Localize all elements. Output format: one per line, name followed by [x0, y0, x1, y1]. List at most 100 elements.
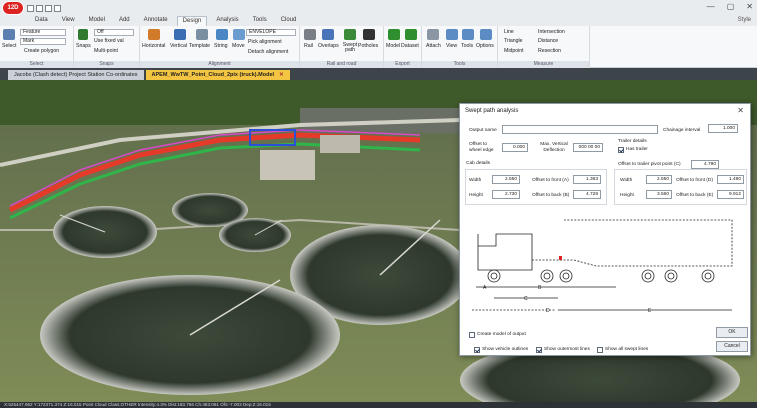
intersection-button[interactable]: Intersection: [538, 29, 565, 35]
template-icon[interactable]: [196, 29, 208, 40]
potholes-icon[interactable]: [363, 29, 375, 40]
ok-button[interactable]: OK: [716, 327, 748, 338]
triangle-button[interactable]: Triangle: [504, 38, 523, 44]
use-fixed-val-button[interactable]: Use fixed val: [94, 38, 124, 44]
midpoint-button[interactable]: Midpoint: [504, 48, 524, 54]
string-icon[interactable]: [216, 29, 228, 40]
offset-wheel-field[interactable]: 0.000: [502, 143, 528, 152]
tab-annotate[interactable]: Annotate: [139, 16, 173, 26]
string-button[interactable]: String: [214, 43, 228, 49]
tab-data[interactable]: Data: [30, 16, 53, 26]
select-icon[interactable]: [3, 29, 15, 40]
mark-combo[interactable]: Mark: [20, 38, 66, 45]
multi-point-button[interactable]: Multi-point: [94, 48, 118, 54]
offset-pivot-field[interactable]: 4.790: [691, 160, 719, 169]
rail-button[interactable]: Rail: [304, 43, 313, 49]
show-outermost-checkbox[interactable]: [536, 347, 542, 353]
minimize-button[interactable]: —: [707, 2, 715, 11]
feature-combo[interactable]: Feature: [20, 29, 66, 36]
pivot-marker: [559, 256, 562, 260]
tab-design[interactable]: Design: [176, 16, 208, 26]
overlaps-button[interactable]: Overlaps: [318, 43, 339, 49]
horizontal-button[interactable]: Horizontal: [142, 43, 165, 49]
tab-model[interactable]: Model: [84, 16, 110, 26]
save-icon[interactable]: [45, 4, 52, 12]
horizontal-icon[interactable]: [148, 29, 160, 40]
cab-back-field[interactable]: 4.728: [573, 190, 601, 199]
print-icon[interactable]: [54, 4, 61, 12]
dim-label-a: A: [483, 285, 487, 291]
open-folder-icon[interactable]: [36, 4, 43, 12]
view-icon[interactable]: [446, 29, 458, 40]
detach-alignment-button[interactable]: Detach alignment: [248, 49, 288, 55]
vertical-icon[interactable]: [174, 29, 186, 40]
new-file-icon[interactable]: [27, 4, 34, 12]
create-model-checkbox[interactable]: [469, 332, 475, 338]
envelope-combo[interactable]: ENVELOPE: [246, 29, 296, 36]
vertical-button[interactable]: Vertical: [170, 43, 187, 49]
tools-icon[interactable]: [462, 29, 474, 40]
move-button[interactable]: Move: [232, 43, 245, 49]
chainage-interval-field[interactable]: 1.000: [708, 124, 738, 133]
model-export-icon[interactable]: [388, 29, 400, 40]
tab-cloud[interactable]: Cloud: [276, 16, 302, 26]
line-button[interactable]: Line: [504, 29, 514, 35]
show-vehicle-checkbox[interactable]: [474, 347, 480, 353]
has-trailer-checkbox[interactable]: [618, 147, 624, 153]
options-button[interactable]: Options: [476, 43, 494, 49]
cab-front-field[interactable]: 1.363: [573, 175, 601, 184]
offset-pivot-label: Offset to trailer pivot point (C): [618, 162, 681, 167]
doc-tab-point-cloud-model[interactable]: APEM_WwTW_Point_Cloud_2pix (truck).Model…: [145, 70, 290, 80]
potholes-button[interactable]: Potholes: [358, 43, 378, 49]
snaps-button[interactable]: Snaps: [76, 43, 91, 49]
snap-mode-combo[interactable]: Off: [94, 29, 134, 36]
wheel: [487, 269, 501, 283]
view-button[interactable]: View: [446, 43, 457, 49]
template-button[interactable]: Template: [189, 43, 210, 49]
move-icon[interactable]: [233, 29, 245, 40]
model-button[interactable]: Model: [386, 43, 400, 49]
trailer-front-field[interactable]: 1.480: [717, 175, 744, 184]
swept-path-icon[interactable]: [344, 29, 356, 40]
dataset-export-icon[interactable]: [405, 29, 417, 40]
select-button[interactable]: Select: [2, 43, 16, 49]
snap-cross-icon[interactable]: [78, 29, 88, 40]
attach-icon[interactable]: [427, 29, 439, 40]
show-vehicle-label: Show vehicle outlines: [482, 347, 529, 352]
cancel-button[interactable]: Cancel: [716, 341, 748, 352]
doc-tab-project-station[interactable]: Jacobs (Clash detect) Project Station Co…: [8, 70, 144, 80]
pick-alignment-button[interactable]: Pick alignment: [248, 39, 282, 45]
cab-width-field[interactable]: 2.550: [492, 175, 520, 184]
tab-add[interactable]: Add: [114, 16, 135, 26]
cab-height-field[interactable]: 2.730: [492, 190, 520, 199]
attach-button[interactable]: Attach: [426, 43, 441, 49]
output-name-label: Output name: [469, 128, 497, 133]
swept-path-button[interactable]: Swept path: [342, 42, 358, 53]
tools-button[interactable]: Tools: [461, 43, 473, 49]
dialog-close-icon[interactable]: ✕: [737, 106, 744, 115]
create-polygon-button[interactable]: Create polygon: [24, 48, 59, 54]
dim-label-b: B: [538, 285, 542, 291]
app-logo[interactable]: 12D: [2, 1, 24, 15]
output-name-field[interactable]: [502, 125, 658, 134]
trailer-back-field[interactable]: 9.912: [717, 190, 744, 199]
overlaps-icon[interactable]: [322, 29, 334, 40]
max-vertical-field[interactable]: 000 00 00: [573, 143, 603, 152]
trailer-height-field[interactable]: 3.560: [646, 190, 672, 199]
tab-tools[interactable]: Tools: [248, 16, 272, 26]
dim-label-d: D: [546, 308, 550, 314]
tab-analysis[interactable]: Analysis: [211, 16, 243, 26]
close-tab-icon[interactable]: ✕: [279, 72, 284, 78]
distance-button[interactable]: Distance: [538, 38, 558, 44]
trailer-width-field[interactable]: 2.550: [646, 175, 672, 184]
show-all-swept-checkbox[interactable]: [597, 347, 603, 353]
style-menu[interactable]: Style: [738, 17, 751, 23]
rail-icon[interactable]: [304, 29, 316, 40]
tab-view[interactable]: View: [57, 16, 80, 26]
dataset-button[interactable]: Dataset: [401, 43, 419, 49]
maximize-button[interactable]: ▢: [727, 2, 735, 11]
options-icon[interactable]: [480, 29, 492, 40]
close-window-button[interactable]: ✕: [746, 2, 753, 11]
rail-road-group: Rail Overlaps Swept path Potholes Rail a…: [300, 26, 384, 68]
resection-button[interactable]: Resection: [538, 48, 561, 54]
